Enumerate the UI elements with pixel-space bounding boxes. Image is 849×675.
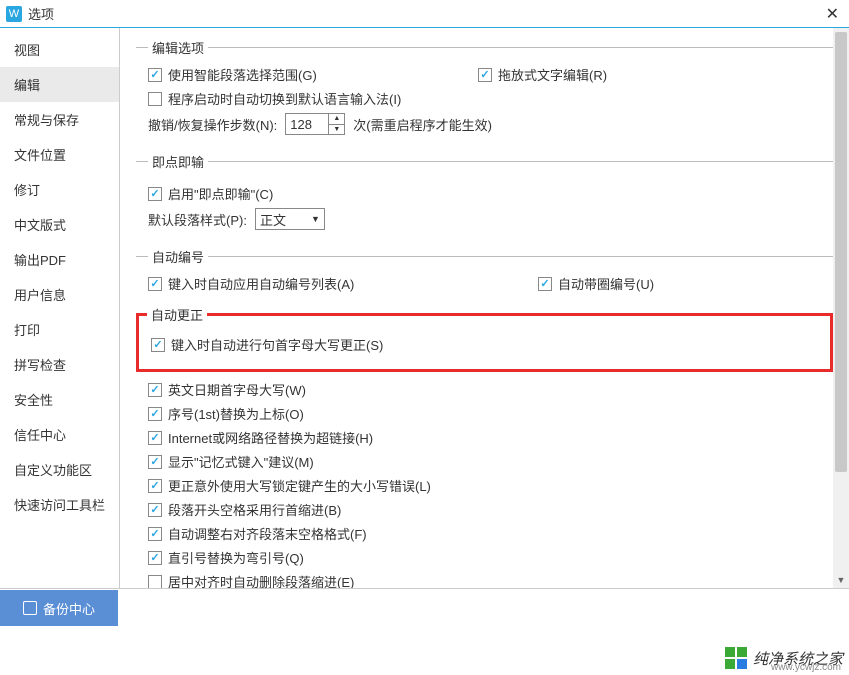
- sidebar: 视图 编辑 常规与保存 文件位置 修订 中文版式 输出PDF 用户信息 打印 拼…: [0, 28, 120, 588]
- group-legend: 即点即输: [148, 152, 208, 171]
- checkbox-hyperlink[interactable]: Internet或网络路径替换为超链接(H): [148, 428, 373, 447]
- titlebar: W 选项 ✕: [0, 0, 849, 28]
- checkmark-icon: [151, 338, 165, 352]
- checkbox-quotes[interactable]: 直引号替换为弯引号(Q): [148, 548, 304, 567]
- sidebar-item-user-info[interactable]: 用户信息: [0, 277, 119, 312]
- chevron-down-icon: ▼: [311, 214, 320, 224]
- checkmark-icon: [148, 503, 162, 517]
- checkbox-memory-type[interactable]: 显示"记忆式键入"建议(M): [148, 452, 314, 471]
- checkmark-icon: [478, 68, 492, 82]
- undo-steps-input[interactable]: 128 ▲▼: [285, 113, 345, 135]
- checkmark-icon: [148, 455, 162, 469]
- checkmark-icon: [148, 187, 162, 201]
- checkbox-auto-ime[interactable]: 程序启动时自动切换到默认语言输入法(I): [148, 89, 401, 108]
- group-auto-correct-highlighted: 自动更正 键入时自动进行句首字母大写更正(S): [136, 305, 833, 372]
- default-style-label: 默认段落样式(P):: [148, 210, 247, 229]
- watermark-logo-icon: [725, 647, 747, 669]
- app-logo-icon: W: [6, 6, 22, 22]
- sidebar-item-quick-access[interactable]: 快速访问工具栏: [0, 487, 119, 522]
- backup-center-button[interactable]: 备份中心: [0, 590, 118, 626]
- group-edit-options: 编辑选项 使用智能段落选择范围(G) 拖放式文字编辑(R) 程序启动时自动切换到…: [136, 38, 833, 140]
- sidebar-item-print[interactable]: 打印: [0, 312, 119, 347]
- watermark-url: www.ycwjz.com: [771, 662, 841, 673]
- checkbox-first-indent[interactable]: 段落开头空格采用行首缩进(B): [148, 500, 341, 519]
- checkmark-icon: [148, 527, 162, 541]
- content-panel: 编辑选项 使用智能段落选择范围(G) 拖放式文字编辑(R) 程序启动时自动切换到…: [120, 28, 849, 588]
- checkbox-center-indent[interactable]: 居中对齐时自动删除段落缩进(E): [148, 572, 354, 588]
- close-icon[interactable]: ✕: [822, 4, 843, 24]
- checkbox-cap-days[interactable]: 英文日期首字母大写(W): [148, 380, 306, 399]
- checkmark-icon: [148, 407, 162, 421]
- sidebar-item-revision[interactable]: 修订: [0, 172, 119, 207]
- checkbox-icon: [148, 92, 162, 106]
- group-legend: 自动更正: [147, 305, 207, 324]
- checkbox-auto-number-list[interactable]: 键入时自动应用自动编号列表(A): [148, 274, 538, 293]
- sidebar-item-output-pdf[interactable]: 输出PDF: [0, 242, 119, 277]
- checkbox-icon: [148, 575, 162, 589]
- checkbox-drag-edit[interactable]: 拖放式文字编辑(R): [478, 65, 607, 84]
- sidebar-item-trust-center[interactable]: 信任中心: [0, 417, 119, 452]
- group-legend: 自动编号: [148, 247, 208, 266]
- group-click-type: 即点即输 启用"即点即输"(C) 默认段落样式(P): 正文 ▼: [136, 152, 833, 235]
- sidebar-item-chinese-layout[interactable]: 中文版式: [0, 207, 119, 242]
- divider: [0, 588, 849, 589]
- sidebar-item-security[interactable]: 安全性: [0, 382, 119, 417]
- checkbox-smart-paragraph[interactable]: 使用智能段落选择范围(G): [148, 65, 478, 84]
- checkbox-ordinal[interactable]: 序号(1st)替换为上标(O): [148, 404, 304, 423]
- checkmark-icon: [148, 431, 162, 445]
- checkmark-icon: [148, 277, 162, 291]
- group-auto-number: 自动编号 键入时自动应用自动编号列表(A) 自动带圈编号(U): [136, 247, 833, 293]
- checkmark-icon: [148, 479, 162, 493]
- sidebar-item-customize-ribbon[interactable]: 自定义功能区: [0, 452, 119, 487]
- checkbox-align-space[interactable]: 自动调整右对齐段落末空格格式(F): [148, 524, 367, 543]
- checkbox-enable-clicktype[interactable]: 启用"即点即输"(C): [148, 184, 273, 203]
- sidebar-item-spellcheck[interactable]: 拼写检查: [0, 347, 119, 382]
- checkmark-icon: [538, 277, 552, 291]
- checkbox-capslock-fix[interactable]: 更正意外使用大写锁定键产生的大小写错误(L): [148, 476, 431, 495]
- undo-steps-suffix: 次(需重启程序才能生效): [353, 115, 492, 134]
- checkmark-icon: [148, 383, 162, 397]
- sidebar-item-general-save[interactable]: 常规与保存: [0, 102, 119, 137]
- checkmark-icon: [148, 551, 162, 565]
- checkbox-capitalize-first[interactable]: 键入时自动进行句首字母大写更正(S): [151, 335, 383, 354]
- sidebar-item-file-location[interactable]: 文件位置: [0, 137, 119, 172]
- scroll-thumb[interactable]: [835, 32, 847, 472]
- sidebar-item-view[interactable]: 视图: [0, 32, 119, 67]
- default-style-select[interactable]: 正文 ▼: [255, 208, 325, 230]
- backup-icon: [23, 601, 37, 615]
- checkbox-auto-bullet[interactable]: 自动带圈编号(U): [538, 274, 654, 293]
- sidebar-item-edit[interactable]: 编辑: [0, 67, 119, 102]
- spinner-icon[interactable]: ▲▼: [328, 114, 344, 134]
- checkmark-icon: [148, 68, 162, 82]
- undo-steps-label: 撤销/恢复操作步数(N):: [148, 115, 277, 134]
- scrollbar[interactable]: ▲ ▼: [833, 28, 849, 588]
- group-legend: 编辑选项: [148, 38, 208, 57]
- scroll-down-icon[interactable]: ▼: [833, 572, 849, 588]
- window-title: 选项: [28, 4, 822, 23]
